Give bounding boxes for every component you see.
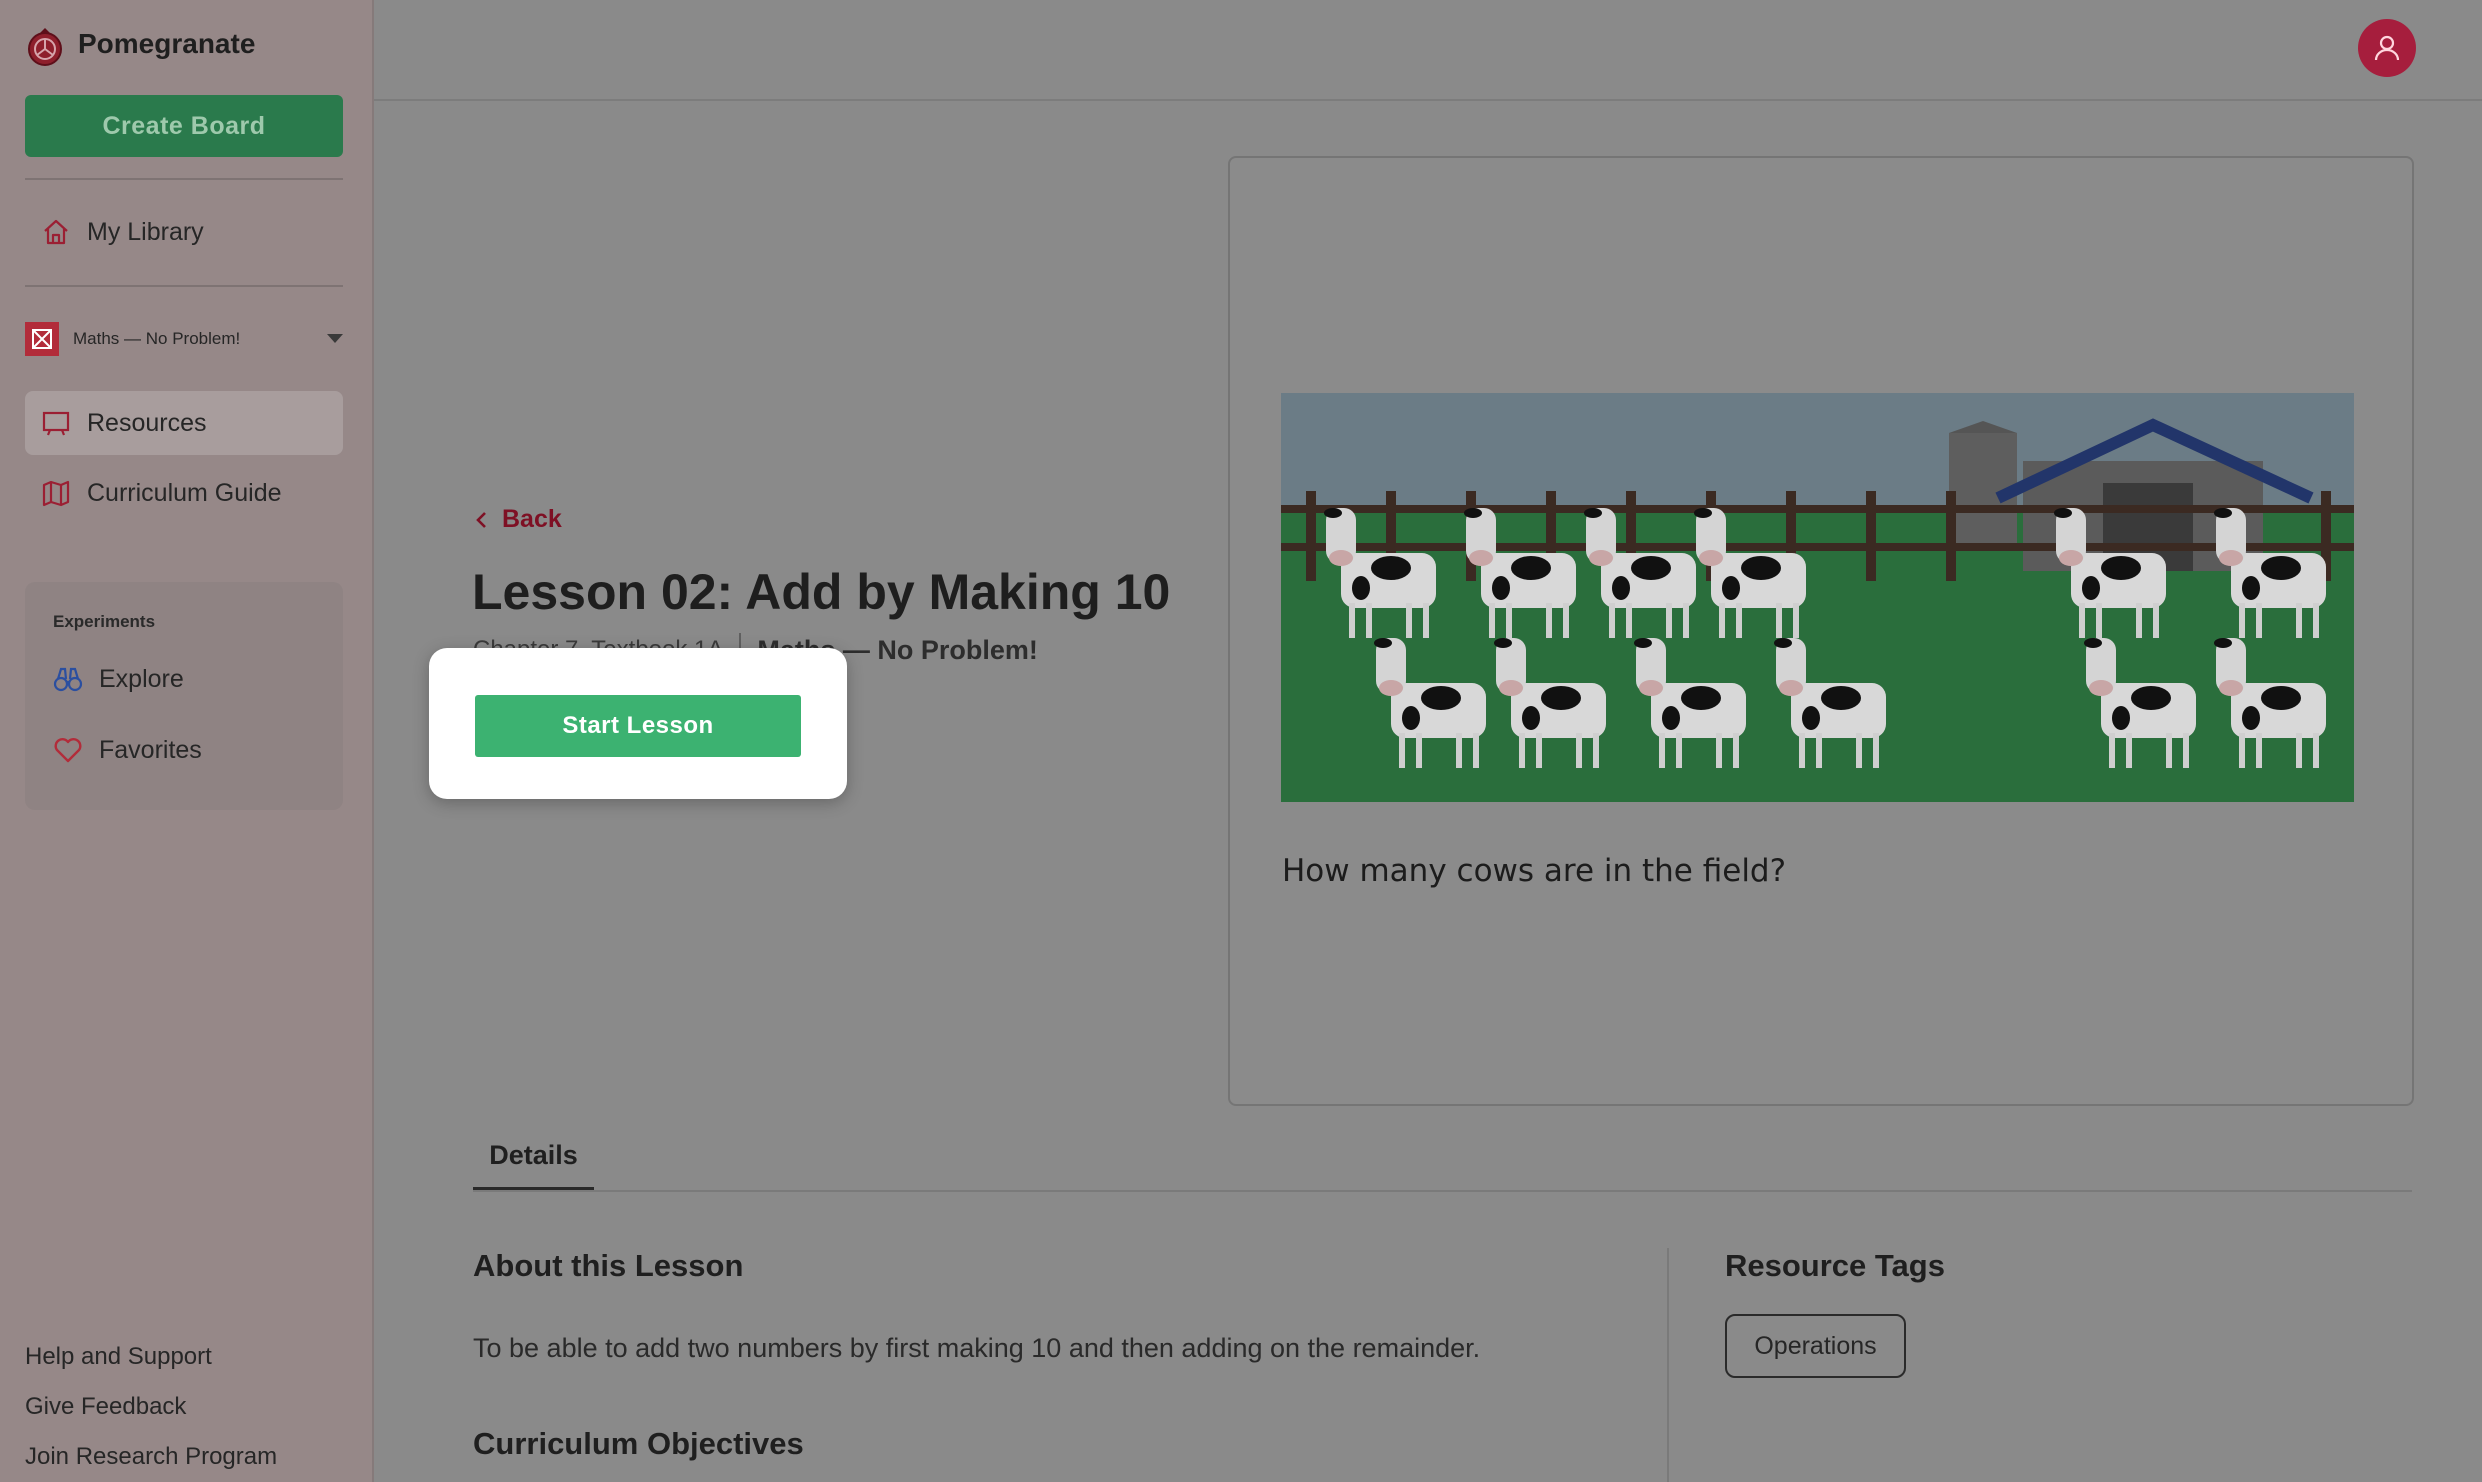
heart-icon <box>54 738 82 763</box>
tab-details[interactable]: Details <box>473 1134 594 1190</box>
map-icon <box>42 480 70 507</box>
sidebar-item-explore[interactable]: Explore <box>53 657 184 701</box>
user-icon <box>2374 35 2400 61</box>
sidebar-item-favorites[interactable]: Favorites <box>53 728 202 772</box>
binoculars-icon <box>53 667 83 692</box>
preview-question: How many cows are in the field? <box>1282 853 1787 889</box>
app-name: Pomegranate <box>78 28 256 59</box>
sidebar-item-resources[interactable]: Resources <box>25 391 343 455</box>
cows-in-field-illustration <box>1281 393 2354 802</box>
give-feedback-link[interactable]: Give Feedback <box>25 1393 186 1421</box>
resource-tags-heading: Resource Tags <box>1725 1248 1945 1283</box>
sidebar-item-my-library[interactable]: My Library <box>25 200 343 264</box>
user-avatar-button[interactable] <box>2358 19 2416 77</box>
chevron-down-icon <box>327 334 343 343</box>
course-logo-icon <box>25 322 59 356</box>
course-selector-label: Maths — No Problem! <box>73 329 241 348</box>
sidebar-divider <box>25 178 343 180</box>
home-icon <box>44 219 68 245</box>
objectives-heading: Curriculum Objectives <box>473 1426 804 1461</box>
sidebar: Pomegranate Create Board My Library Math… <box>0 0 374 1482</box>
sidebar-item-label: Curriculum Guide <box>87 478 282 507</box>
sidebar-item-label: Explore <box>99 664 184 693</box>
sidebar-item-label: Favorites <box>99 735 202 764</box>
details-divider <box>1667 1248 1669 1482</box>
course-selector[interactable]: Maths — No Problem! <box>25 320 343 358</box>
pomegranate-logo-icon <box>28 28 62 66</box>
back-link[interactable]: Back <box>474 505 562 534</box>
sidebar-item-label: Resources <box>87 408 207 437</box>
sidebar-item-label: My Library <box>87 217 204 246</box>
experiments-title: Experiments <box>53 612 156 631</box>
chevron-left-icon <box>476 511 486 528</box>
help-support-link[interactable]: Help and Support <box>25 1343 212 1371</box>
top-bar <box>374 0 2482 101</box>
create-board-button[interactable]: Create Board <box>25 95 343 157</box>
tabs-divider <box>473 1190 2412 1192</box>
sidebar-item-curriculum-guide[interactable]: Curriculum Guide <box>25 461 343 525</box>
join-research-link[interactable]: Join Research Program <box>25 1443 277 1471</box>
about-heading: About this Lesson <box>473 1248 744 1283</box>
tag-operations[interactable]: Operations <box>1725 1314 1906 1378</box>
chalkboard-icon <box>42 411 70 436</box>
sidebar-divider <box>25 285 343 287</box>
back-label: Back <box>502 505 562 533</box>
start-lesson-button[interactable]: Start Lesson <box>475 695 801 757</box>
lesson-title: Lesson 02: Add by Making 10 <box>472 564 1171 620</box>
about-text: To be able to add two numbers by first m… <box>473 1333 1481 1363</box>
experiments-panel: Experiments Explore Favorites <box>25 582 343 810</box>
